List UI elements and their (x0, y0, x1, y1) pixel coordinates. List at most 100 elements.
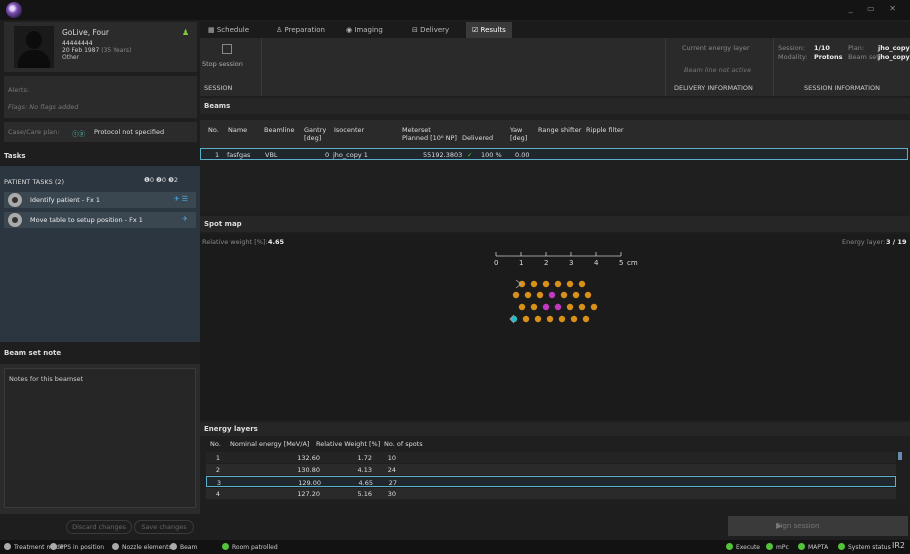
tab-results[interactable]: ☑ Results (466, 22, 512, 38)
spot-marker (554, 280, 562, 288)
col-meterset[interactable]: Meterset (402, 126, 431, 134)
status-nozzle-elements: Nozzle elements (112, 543, 172, 551)
careplan-value: Protocol not specified (94, 128, 165, 136)
spot-map[interactable]: Relative weight [%]: 4.65 Energy layer: … (200, 234, 910, 420)
spot-marker (578, 280, 586, 288)
status-mapta: MAPTA (798, 543, 828, 551)
save-changes-button[interactable]: Save changes (134, 520, 194, 534)
col-weight[interactable]: Relative Weight [%] (316, 440, 380, 448)
spot-marker (584, 291, 592, 299)
spot-marker (566, 280, 574, 288)
tab-imaging[interactable]: ◉ Imaging (346, 22, 383, 38)
col-isocenter[interactable]: Isocenter (334, 126, 364, 134)
spot-marker (572, 291, 580, 299)
energy-layer-label: Current energy layer (682, 44, 750, 52)
col-no[interactable]: No. (210, 440, 221, 448)
spot-marker (546, 315, 554, 323)
beam-note-title: Beam set note (4, 349, 62, 357)
col-energy[interactable]: Nominal energy [MeV/A] (230, 440, 309, 448)
task-icon (8, 213, 22, 227)
beam-planned: 55192.3803 (423, 151, 463, 159)
session-num-value: 1/10 (814, 44, 830, 52)
col-gantry-unit: [deg] (304, 134, 322, 142)
scale-tick-label: 4 (594, 259, 599, 267)
beam-note-textarea[interactable]: Notes for this beamset (4, 368, 196, 508)
status-system-status: System status (838, 543, 891, 551)
cell-no: 2 (215, 466, 220, 474)
status-dot-icon (798, 543, 805, 550)
scale-tick-label: 0 (494, 259, 498, 267)
table-row[interactable]: 2 130.80 4.13 24 (206, 464, 896, 475)
stop-session-label[interactable]: Stop session (202, 60, 243, 68)
spot-marker (536, 291, 544, 299)
tab-bar: ▦ Schedule ♙ Preparation ◉ Imaging ⊟ Del… (200, 22, 910, 38)
col-planned[interactable]: Planned [10⁶ NP] (402, 134, 457, 142)
table-row[interactable]: 1 132.60 1.72 10 (206, 452, 896, 463)
status-dot-icon (170, 543, 177, 550)
status-bar: Treatment mode PPS in position Nozzle elem… (0, 540, 910, 554)
app-logo-icon (6, 2, 22, 18)
beamset-label: Beam set: (848, 53, 881, 61)
task-item[interactable]: Move table to setup position - Fx 1 ✈ (4, 212, 196, 228)
col-ripple-filter[interactable]: Ripple filter (586, 126, 624, 134)
table-row[interactable]: 4 127.20 5.16 30 (206, 488, 896, 499)
cell-energy: 127.20 (297, 490, 320, 498)
task-counts: ❶0 ❷0 ❸2 (144, 176, 179, 184)
col-gantry[interactable]: Gantry (304, 126, 326, 134)
scrollbar[interactable] (898, 452, 902, 460)
col-delivered[interactable]: Delivered (462, 134, 493, 142)
spot-map-canvas: 0 1 2 3 4 5 cm (494, 252, 638, 324)
spot-marker (522, 315, 530, 323)
col-no[interactable]: No. (208, 126, 219, 134)
tab-delivery[interactable]: ⊟ Delivery (412, 22, 449, 38)
calendar-icon: ▦ (208, 26, 215, 34)
careplan-panel[interactable]: Case/Care plan: ⓣⓟ Protocol not specifie… (4, 122, 197, 142)
status-dot-icon (838, 543, 845, 550)
col-beamline[interactable]: Beamline (264, 126, 295, 134)
status-dot-icon (112, 543, 119, 550)
delivery-info: Current energy layer Beam line not activ… (665, 38, 772, 96)
cell-weight: 4.13 (357, 466, 372, 474)
patient-tasks-label: PATIENT TASKS (2) (4, 178, 65, 186)
scale-tick-label: 1 (519, 259, 523, 267)
spot-marker (558, 315, 566, 323)
energy-layers-title: Energy layers (204, 425, 258, 433)
stop-session-button[interactable] (222, 44, 232, 54)
tab-preparation[interactable]: ♙ Preparation (276, 22, 325, 38)
cell-energy: 129.00 (298, 479, 321, 487)
patient-id: 44444444 (62, 40, 93, 47)
cell-energy: 132.60 (297, 454, 320, 462)
task-action-icon[interactable]: ✈ ☰ (174, 195, 188, 203)
table-row[interactable]: 1 fasfgas VBL 0 jho_copy 1 55192.3803 ✓ … (200, 148, 908, 160)
task-action-icon[interactable]: ✈ (182, 215, 188, 223)
plan-value: jho_copy (878, 44, 910, 52)
sign-session-button[interactable]: Sign session ▶ (728, 516, 908, 536)
table-row[interactable]: 3 129.00 4.65 27 (206, 476, 896, 487)
delivery-info-label: DELIVERY INFORMATION (674, 84, 753, 92)
col-name[interactable]: Name (228, 126, 247, 134)
spot-marker (542, 303, 550, 311)
col-range-shifter[interactable]: Range shifter (538, 126, 581, 134)
patient-dob: 20 Feb 1987 (35 Years) (62, 47, 132, 54)
task-item[interactable]: Identify patient - Fx 1 ✈ ☰ (4, 192, 196, 208)
window-controls[interactable]: _ ▭ ✕ (849, 4, 902, 13)
patient-card[interactable]: GoLive, Four 44444444 20 Feb 1987 (35 Ye… (4, 22, 197, 72)
discard-changes-button[interactable]: Discard changes (66, 520, 132, 534)
scale-unit: cm (627, 259, 638, 267)
session-info: Session: 1/10 Plan: jho_copy Modality: P… (773, 38, 910, 96)
beams-table-header: No. Name Beamline Gantry [deg] Isocenter… (200, 120, 910, 148)
spot-marker (578, 303, 586, 311)
tab-schedule[interactable]: ▦ Schedule (208, 22, 249, 38)
col-spots[interactable]: No. of spots (384, 440, 423, 448)
beam-isocenter: jho_copy 1 (333, 151, 368, 159)
spot-marker (566, 303, 574, 311)
status-dot-icon (222, 543, 229, 550)
spot-marker (570, 315, 578, 323)
col-yaw-unit: [deg] (510, 134, 528, 142)
cell-spots: 10 (387, 454, 396, 462)
beam-beamline: VBL (265, 151, 278, 159)
plan-label: Plan: (848, 44, 865, 52)
delivery-icon: ⊟ (412, 26, 418, 34)
col-yaw[interactable]: Yaw (510, 126, 522, 134)
alerts-label: Alerts: (8, 86, 30, 94)
